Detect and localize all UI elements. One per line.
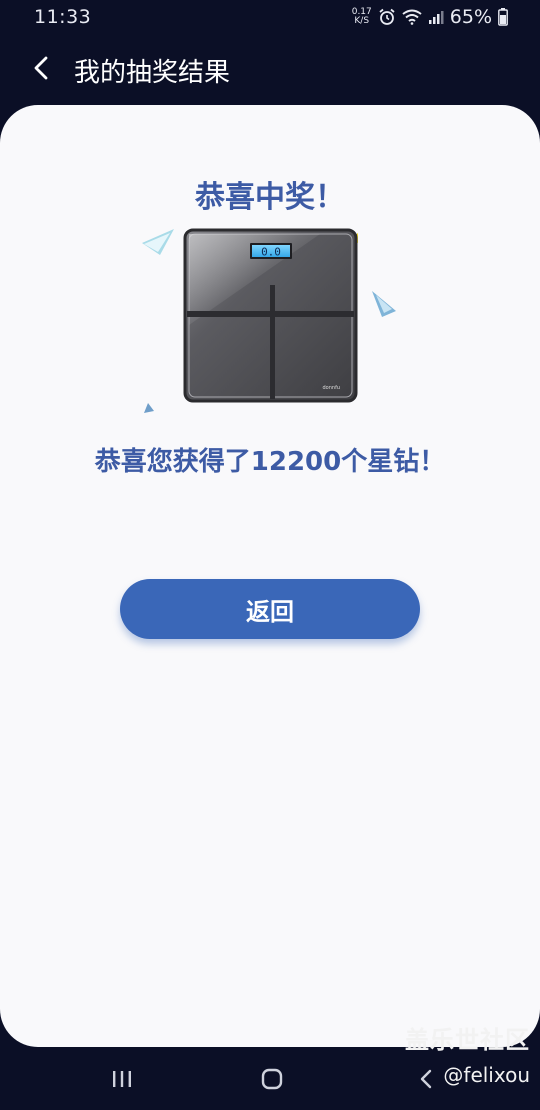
home-button[interactable] <box>257 1066 287 1096</box>
prize-illustration: 0.0 donnfu <box>130 225 410 425</box>
wifi-icon <box>402 9 422 25</box>
congrats-title: 恭喜中奖！ <box>195 180 345 215</box>
chevron-left-icon <box>31 55 53 85</box>
back-button[interactable] <box>22 50 62 90</box>
alarm-icon <box>378 8 396 26</box>
result-card: 恭喜中奖！ 0.0 donnfu 恭喜您获得了12200个星钻！ 返回 <box>0 105 540 1047</box>
app-header: 我的抽奖结果 <box>0 36 540 106</box>
return-button[interactable]: 返回 <box>120 579 420 639</box>
battery-icon <box>498 8 508 26</box>
battery-level: 65% <box>449 6 492 28</box>
status-time: 11:33 <box>34 6 92 28</box>
status-bar: 11:33 0.17 K/S 65% <box>0 0 540 36</box>
network-speed-unit: K/S <box>354 16 370 26</box>
back-nav-icon <box>416 1067 436 1095</box>
status-icons: 0.17 K/S 65% <box>352 5 508 29</box>
signal-icon <box>428 9 444 25</box>
back-nav-button[interactable] <box>411 1066 441 1096</box>
page-title: 我的抽奖结果 <box>74 58 231 88</box>
system-nav-bar <box>0 1050 540 1110</box>
scale-image: 0.0 donnfu <box>183 228 358 403</box>
recent-apps-icon <box>111 1069 133 1093</box>
scale-brand: donnfu <box>323 385 341 391</box>
scale-display: 0.0 <box>261 246 281 259</box>
prize-message: 恭喜您获得了12200个星钻！ <box>94 447 446 477</box>
recent-apps-button[interactable] <box>107 1066 137 1096</box>
network-speed: 0.17 K/S <box>352 8 372 26</box>
home-icon <box>260 1067 284 1095</box>
